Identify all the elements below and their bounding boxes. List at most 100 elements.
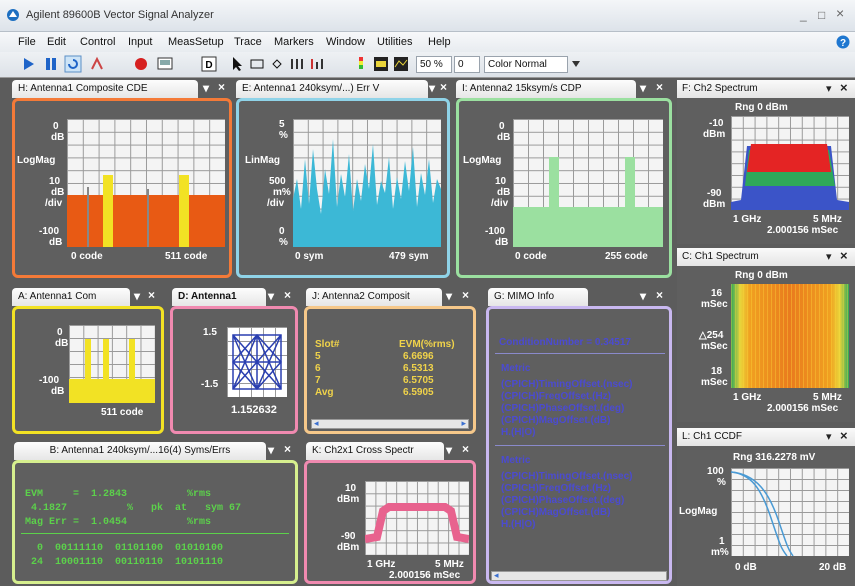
- minimize-button[interactable]: _: [800, 8, 807, 22]
- menu-window[interactable]: Window: [326, 36, 365, 48]
- panel-d-tab[interactable]: D: Antenna1: [172, 288, 266, 306]
- menu-file[interactable]: File: [18, 36, 36, 48]
- color-bar-icon[interactable]: [352, 55, 370, 73]
- panel-k-close-button[interactable]: ×: [462, 442, 469, 456]
- panel-f-body: Rng 0 dBm -10 dBm -90 dBm 1 GHz 5 MHz 2.…: [677, 98, 855, 244]
- title-bar: Agilent 89600B Vector Signal Analyzer _ …: [0, 0, 855, 32]
- panel-e-close-button[interactable]: ×: [440, 80, 447, 94]
- panel-l-plot[interactable]: [731, 468, 849, 556]
- panel-a-close-button[interactable]: ×: [148, 288, 155, 302]
- panel-j-scrollbar[interactable]: ◂ ▸: [311, 418, 469, 429]
- panel-a-tab[interactable]: A: Antenna1 Com: [12, 288, 130, 306]
- restart-icon[interactable]: [64, 55, 82, 73]
- menu-control[interactable]: Control: [80, 36, 115, 48]
- panel-g-body: ConditionNumber = 0.34517 Metric (CPICH)…: [486, 306, 672, 584]
- panel-c-menu-button[interactable]: ▾: [826, 250, 832, 263]
- marker-dialog-icon[interactable]: D: [200, 55, 218, 73]
- panel-a-plot[interactable]: [69, 325, 155, 403]
- panel-d-menu-button[interactable]: ▾: [268, 289, 274, 303]
- panel-h-close-button[interactable]: ×: [218, 80, 225, 94]
- panel-j-close-button[interactable]: ×: [462, 288, 469, 302]
- panel-d-close-button[interactable]: ×: [284, 288, 291, 302]
- help-icon[interactable]: ?: [836, 35, 850, 49]
- panel-j-menu-button[interactable]: ▾: [446, 289, 452, 303]
- panel-c-spectrogram[interactable]: [731, 284, 849, 388]
- panel-h-menu-button[interactable]: ▾: [203, 81, 209, 95]
- svg-text:D: D: [205, 60, 212, 71]
- panel-k-tab[interactable]: K: Ch2x1 Cross Spectr: [306, 442, 444, 460]
- trace-display-icon[interactable]: [392, 55, 410, 73]
- menu-markers[interactable]: Markers: [274, 36, 314, 48]
- panel-f-menu-button[interactable]: ▾: [826, 82, 832, 95]
- panel-b-body: EVM = 1.2843 %rms 4.1827 % pk at sym 67 …: [12, 460, 298, 584]
- panel-c-body: Rng 0 dBm 16 mSec △254 mSec 18 mSec 1 GH…: [677, 266, 855, 422]
- record-icon[interactable]: [132, 55, 150, 73]
- panel-i-close-button[interactable]: ×: [656, 80, 663, 94]
- panel-i-plot[interactable]: [513, 119, 663, 247]
- panel-l-menu-button[interactable]: ▾: [826, 430, 832, 443]
- panel-b-tab[interactable]: B: Antenna1 240ksym/...16(4) Syms/Errs: [14, 442, 266, 460]
- panel-l-close-button[interactable]: ×: [840, 428, 848, 443]
- single-icon[interactable]: [88, 55, 106, 73]
- display-icon[interactable]: [156, 55, 174, 73]
- close-button[interactable]: ×: [836, 5, 844, 21]
- chevron-down-icon[interactable]: [572, 61, 580, 67]
- play-icon[interactable]: [20, 55, 38, 73]
- panel-k-plot[interactable]: [365, 481, 469, 555]
- menu-trace[interactable]: Trace: [234, 36, 262, 48]
- menu-input[interactable]: Input: [128, 36, 152, 48]
- panel-b-close-button[interactable]: ×: [284, 442, 291, 456]
- panel-h-plot[interactable]: [67, 119, 225, 247]
- panel-d-constellation[interactable]: [227, 327, 287, 397]
- panel-k-menu-button[interactable]: ▾: [446, 443, 452, 457]
- color-mode-select[interactable]: Color Normal: [484, 56, 568, 73]
- menu-bar: File Edit Control Input MeasSetup Trace …: [0, 32, 855, 52]
- zoom-field[interactable]: 50 %: [416, 56, 452, 73]
- panel-e-tab[interactable]: E: Antenna1 240ksym/...) Err V: [236, 80, 428, 98]
- panel-i-body: 0 dB LogMag 10 dB /div -100 dB 0 code 25…: [456, 98, 672, 278]
- menu-utilities[interactable]: Utilities: [377, 36, 412, 48]
- svg-text:?: ?: [840, 38, 846, 49]
- panel-g-menu-button[interactable]: ▾: [640, 289, 646, 303]
- panel-f-trace: [731, 144, 849, 210]
- marker-icon[interactable]: [268, 55, 286, 73]
- app-logo-icon: [7, 9, 19, 21]
- evm-header-slot: Slot#: [315, 339, 340, 350]
- rect-zoom-icon[interactable]: [248, 55, 266, 73]
- panel-f-close-button[interactable]: ×: [840, 80, 848, 95]
- menu-meassetup[interactable]: MeasSetup: [168, 36, 224, 48]
- panel-f-plot[interactable]: [731, 116, 849, 210]
- bars-icon[interactable]: [288, 55, 306, 73]
- panel-e-plot[interactable]: [293, 119, 441, 247]
- peak-marker-icon[interactable]: [308, 55, 326, 73]
- panel-i-menu-button[interactable]: ▾: [640, 81, 646, 95]
- menu-edit[interactable]: Edit: [47, 36, 66, 48]
- panel-d-body: 1.5 -1.5 1.152632: [170, 306, 298, 434]
- panel-e-body: 5 % LinMag 500 m% /div 0 % 0 sym 479 sym: [236, 98, 450, 278]
- panel-e-trace: [293, 139, 441, 247]
- panel-j-body: Slot# EVM(%rms) 5 6.6696 6 6.5313 7 6.57…: [304, 306, 476, 434]
- panel-h-body: 0 dB LogMag 10 dB /div -100 dB 0 code 51…: [12, 98, 232, 278]
- panel-e-menu-button[interactable]: ▾: [429, 81, 435, 95]
- panel-h-tab[interactable]: H: Antenna1 Composite CDE: [12, 80, 198, 98]
- panel-a-body: 0 dB -100 dB 511 code: [12, 306, 164, 434]
- panel-g-scrollbar[interactable]: ◂: [491, 570, 667, 581]
- panel-b-menu-button[interactable]: ▾: [268, 443, 274, 457]
- panel-c-close-button[interactable]: ×: [840, 248, 848, 263]
- panel-g-close-button[interactable]: ×: [656, 288, 663, 302]
- panel-j-tab[interactable]: J: Antenna2 Composit: [306, 288, 442, 306]
- evm-header-value: EVM(%rms): [399, 339, 455, 350]
- panel-g-tab[interactable]: G: MIMO Info: [488, 288, 588, 306]
- maximize-button[interactable]: □: [818, 8, 825, 22]
- pointer-icon[interactable]: [228, 55, 246, 73]
- panel-l-trace: [731, 471, 794, 556]
- pause-icon[interactable]: [42, 55, 60, 73]
- menu-help[interactable]: Help: [428, 36, 451, 48]
- panel-k-trace: [365, 503, 469, 543]
- panel-d-trace: [231, 333, 283, 391]
- offset-field[interactable]: 0: [454, 56, 480, 73]
- window-title: Agilent 89600B Vector Signal Analyzer: [26, 9, 214, 21]
- panel-i-tab[interactable]: I: Antenna2 15ksym/s CDP: [456, 80, 636, 98]
- spectrogram-icon[interactable]: [372, 55, 390, 73]
- panel-a-menu-button[interactable]: ▾: [134, 289, 140, 303]
